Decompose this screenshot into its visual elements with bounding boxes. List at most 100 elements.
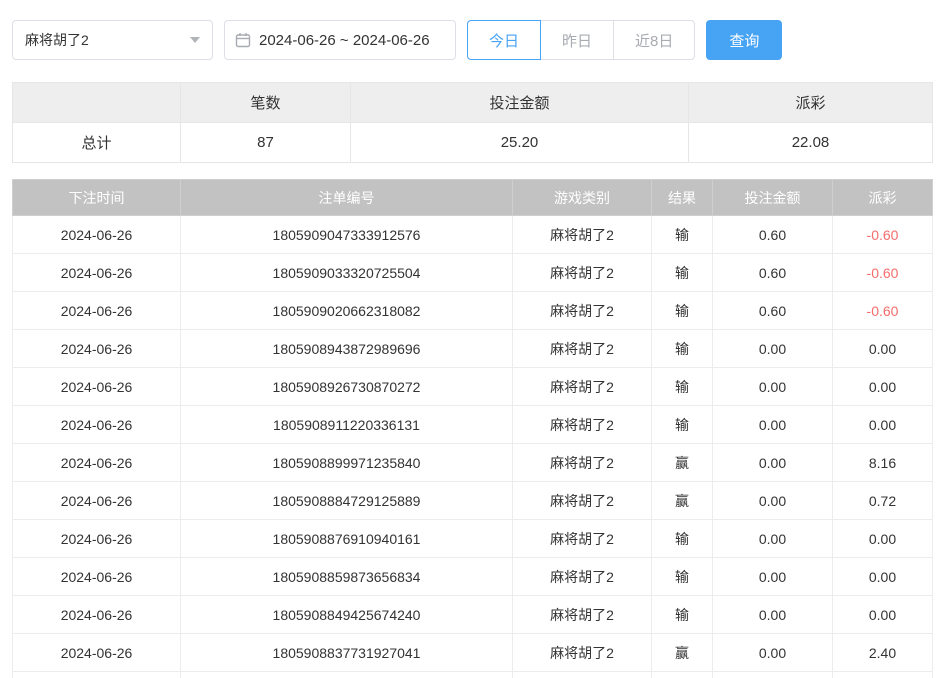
summary-total-bet-amount: 25.20 [351,123,689,163]
table-row: 2024-06-261805908876910940161麻将胡了2输0.000… [13,520,933,558]
header-bet-time: 下注时间 [13,180,181,216]
cell-payout: 0.72 [833,482,933,520]
table-row: 2024-06-261805909033320725504麻将胡了2输0.60-… [13,254,933,292]
calendar-icon [235,32,251,48]
cell-payout: 0.00 [833,520,933,558]
cell-order-id: 1805908943872989696 [181,330,513,368]
header-bet-amount: 投注金额 [713,180,833,216]
table-row: 2024-06-261805909047333912576麻将胡了2输0.60-… [13,216,933,254]
cell-payout: 0.00 [833,558,933,596]
cell-result: 输 [652,254,713,292]
cell-result: 输 [652,216,713,254]
empty-cell [13,672,181,678]
cell-bet-time: 2024-06-26 [13,216,181,254]
table-row: 2024-06-261805908849425674240麻将胡了2输0.000… [13,596,933,634]
date-range-value: 2024-06-26 ~ 2024-06-26 [259,32,430,49]
cell-result: 输 [652,368,713,406]
cell-bet-amount: 0.00 [713,520,833,558]
cell-payout: 8.16 [833,444,933,482]
chevron-down-icon [190,37,200,43]
cell-bet-time: 2024-06-26 [13,292,181,330]
empty-cell [652,672,713,678]
cell-payout: -0.60 [833,292,933,330]
filter-bar: 麻将胡了2 2024-06-26 ~ 2024-06-26 今日 昨日 近8日 … [12,20,932,60]
cell-bet-time: 2024-06-26 [13,634,181,672]
cell-result: 输 [652,596,713,634]
table-row: 2024-06-261805909020662318082麻将胡了2输0.60-… [13,292,933,330]
cell-result: 输 [652,520,713,558]
summary-total-payout: 22.08 [689,123,933,163]
game-select-value: 麻将胡了2 [25,30,182,50]
cell-game-type: 麻将胡了2 [513,482,652,520]
page: 麻将胡了2 2024-06-26 ~ 2024-06-26 今日 昨日 近8日 … [0,20,944,678]
cell-payout: 2.40 [833,634,933,672]
cell-bet-time: 2024-06-26 [13,520,181,558]
today-button[interactable]: 今日 [467,20,541,60]
cell-game-type: 麻将胡了2 [513,596,652,634]
table-row: 2024-06-261805908899971235840麻将胡了2赢0.008… [13,444,933,482]
cell-bet-amount: 0.00 [713,444,833,482]
cell-bet-time: 2024-06-26 [13,444,181,482]
date-range-picker[interactable]: 2024-06-26 ~ 2024-06-26 [224,20,456,60]
cell-result: 输 [652,406,713,444]
last-8-days-button[interactable]: 近8日 [613,20,695,60]
query-button[interactable]: 查询 [706,20,782,60]
cell-order-id: 1805908926730870272 [181,368,513,406]
cell-bet-amount: 0.00 [713,634,833,672]
quick-range-group: 今日 昨日 近8日 [467,20,695,60]
summary-header-payout: 派彩 [689,83,933,123]
cell-result: 赢 [652,444,713,482]
cell-game-type: 麻将胡了2 [513,444,652,482]
cell-game-type: 麻将胡了2 [513,254,652,292]
cell-bet-time: 2024-06-26 [13,596,181,634]
summary-total-row: 总计 87 25.20 22.08 [13,123,933,163]
cell-order-id: 1805909047333912576 [181,216,513,254]
cell-game-type: 麻将胡了2 [513,634,652,672]
cell-bet-amount: 0.00 [713,558,833,596]
header-order-id: 注单编号 [181,180,513,216]
cell-order-id: 1805908837731927041 [181,634,513,672]
cell-bet-amount: 0.00 [713,596,833,634]
cell-bet-time: 2024-06-26 [13,482,181,520]
cell-order-id: 1805908884729125889 [181,482,513,520]
cell-payout: -0.60 [833,216,933,254]
cell-bet-time: 2024-06-26 [13,254,181,292]
cell-game-type: 麻将胡了2 [513,216,652,254]
cell-result: 输 [652,330,713,368]
cell-game-type: 麻将胡了2 [513,520,652,558]
cell-bet-amount: 0.00 [713,406,833,444]
summary-table: 笔数 投注金额 派彩 总计 87 25.20 22.08 [12,82,933,163]
bet-table-body: 2024-06-261805909047333912576麻将胡了2输0.60-… [13,216,933,678]
cell-bet-amount: 0.00 [713,330,833,368]
cell-order-id: 1805908849425674240 [181,596,513,634]
summary-total-label: 总计 [13,123,181,163]
cell-bet-amount: 0.00 [713,482,833,520]
cell-order-id: 1805908911220336131 [181,406,513,444]
table-row: 2024-06-261805908926730870272麻将胡了2输0.000… [13,368,933,406]
cell-bet-amount: 0.60 [713,216,833,254]
cell-bet-time: 2024-06-26 [13,558,181,596]
table-row-partial [13,672,933,678]
summary-total-count: 87 [181,123,351,163]
cell-bet-time: 2024-06-26 [13,330,181,368]
cell-order-id: 1805909033320725504 [181,254,513,292]
cell-payout: 0.00 [833,596,933,634]
table-row: 2024-06-261805908837731927041麻将胡了2赢0.002… [13,634,933,672]
cell-order-id: 1805908876910940161 [181,520,513,558]
game-select[interactable]: 麻将胡了2 [12,20,213,60]
summary-header-row: 笔数 投注金额 派彩 [13,83,933,123]
cell-result: 赢 [652,482,713,520]
table-row: 2024-06-261805908859873656834麻将胡了2输0.000… [13,558,933,596]
empty-cell [833,672,933,678]
cell-order-id: 1805908899971235840 [181,444,513,482]
cell-bet-time: 2024-06-26 [13,406,181,444]
cell-payout: 0.00 [833,368,933,406]
cell-result: 赢 [652,634,713,672]
cell-game-type: 麻将胡了2 [513,558,652,596]
empty-cell [181,672,513,678]
empty-cell [713,672,833,678]
header-result: 结果 [652,180,713,216]
table-row: 2024-06-261805908884729125889麻将胡了2赢0.000… [13,482,933,520]
cell-bet-amount: 0.60 [713,254,833,292]
yesterday-button[interactable]: 昨日 [540,20,614,60]
